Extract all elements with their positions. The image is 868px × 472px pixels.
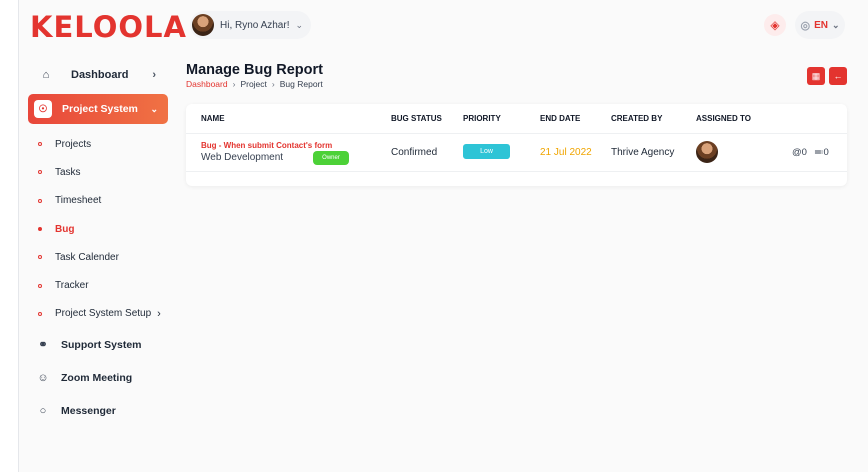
chat-icon: ○ — [39, 404, 47, 417]
chevron-down-icon: ⌄ — [831, 19, 840, 30]
chevron-right-icon: › — [157, 307, 161, 320]
column-header-priority[interactable]: PRIORITY — [463, 114, 501, 123]
grid-icon: ▦ — [811, 70, 821, 81]
bug-title-link[interactable]: Bug - When submit Contact's form — [201, 141, 332, 150]
sidebar-item-timesheet[interactable]: Timesheet — [28, 187, 168, 215]
column-header-assigned-to[interactable]: ASSIGNED TO — [696, 114, 751, 123]
sidebar-item-label: Project System — [62, 103, 138, 115]
bullet-icon — [38, 283, 42, 288]
sidebar-item-label: Tracker — [55, 280, 89, 292]
sidebar-item-messenger[interactable]: ○ Messenger — [28, 394, 168, 427]
sidebar-item-label: Dashboard — [71, 69, 129, 81]
bullet-icon — [38, 255, 42, 260]
globe-icon: ◎ — [800, 19, 811, 32]
headset-icon: ⚭ — [38, 339, 48, 352]
sidebar: ⌂ Dashboard › ☉ Project System ⌄ Project… — [28, 60, 168, 427]
user-menu[interactable]: Hi, Ryno Azhar! ⌄ — [190, 11, 312, 39]
chevron-right-icon: › — [152, 69, 156, 81]
greeting-text: Hi, Ryno Azhar! — [220, 19, 290, 31]
user-video-icon: ☺ — [37, 371, 49, 384]
attachment-count[interactable]: @0 — [792, 147, 807, 158]
priority-badge: Low — [463, 144, 510, 159]
language-selector[interactable]: ◎ EN ⌄ — [795, 11, 845, 39]
sidebar-item-project-system-setup[interactable]: Project System Setup › — [28, 300, 168, 328]
assignee-avatar[interactable] — [696, 141, 718, 163]
bullet-icon — [38, 170, 42, 175]
sidebar-item-label: Bug — [55, 223, 75, 235]
home-icon: ⌂ — [42, 69, 50, 81]
sidebar-item-label: Task Calender — [55, 251, 119, 263]
brand-logo[interactable]: KELOOLA — [30, 10, 187, 44]
user-avatar — [192, 14, 214, 36]
bullet-icon — [38, 198, 42, 203]
grid-view-button[interactable]: ▦ — [807, 67, 825, 85]
column-header-name[interactable]: NAME — [201, 114, 225, 123]
bullet-icon — [38, 311, 42, 316]
page-title: Manage Bug Report — [186, 62, 323, 78]
owner-badge: Owner — [313, 151, 349, 165]
sidebar-item-bug[interactable]: Bug — [28, 215, 168, 243]
sidebar-item-label: Projects — [55, 138, 92, 150]
chevron-right-icon: › — [271, 79, 275, 89]
share-nodes-icon: ☉ — [34, 100, 52, 118]
row-counts: @0 ≕0 — [792, 147, 829, 158]
project-name: Web Development — [201, 152, 284, 163]
sidebar-item-label: Messenger — [61, 404, 116, 417]
chevron-down-icon: ⌄ — [295, 19, 304, 30]
sidebar-item-tasks[interactable]: Tasks — [28, 158, 168, 186]
project-submenu: Projects Tasks Timesheet Bug Task Calend… — [28, 130, 168, 328]
sidebar-item-label: Project System Setup — [55, 308, 152, 320]
sidebar-item-label: Support System — [61, 338, 142, 351]
sidebar-item-label: Tasks — [55, 166, 81, 178]
breadcrumb-project-link[interactable]: Project — [240, 79, 266, 89]
sidebar-item-task-calender[interactable]: Task Calender — [28, 243, 168, 271]
breadcrumb-dashboard-link[interactable]: Dashboard — [186, 79, 228, 89]
language-label: EN — [814, 19, 828, 31]
breadcrumb: Dashboard › Project › Bug Report — [186, 79, 323, 89]
end-date: 21 Jul 2022 — [540, 147, 592, 158]
created-by: Thrive Agency — [611, 147, 675, 158]
divider — [186, 133, 847, 134]
sidebar-item-dashboard[interactable]: ⌂ Dashboard › — [28, 60, 168, 90]
bullet-icon — [38, 142, 42, 147]
comment-count[interactable]: ≕0 — [814, 147, 829, 158]
back-button[interactable]: ← — [829, 67, 847, 85]
column-header-end-date[interactable]: END DATE — [540, 114, 580, 123]
arrow-left-icon: ← — [833, 71, 843, 81]
column-header-bug-status[interactable]: BUG STATUS — [391, 114, 442, 123]
sidebar-item-project-system[interactable]: ☉ Project System ⌄ — [28, 94, 168, 124]
column-header-created-by[interactable]: CREATED BY — [611, 114, 662, 123]
chevron-down-icon: ⌄ — [150, 103, 158, 114]
sidebar-item-tracker[interactable]: Tracker — [28, 271, 168, 299]
chevron-right-icon: › — [232, 79, 236, 89]
breadcrumb-current: Bug Report — [279, 79, 323, 89]
sidebar-item-projects[interactable]: Projects — [28, 130, 168, 158]
bug-report-table: NAME BUG STATUS PRIORITY END DATE CREATE… — [186, 104, 847, 186]
bullet-icon — [38, 227, 42, 232]
sidebar-item-label: Timesheet — [55, 195, 102, 207]
sidebar-item-label: Zoom Meeting — [61, 371, 133, 384]
divider — [186, 171, 847, 172]
sidebar-item-support-system[interactable]: ⚭ Support System — [28, 328, 168, 361]
notification-icon[interactable]: ◈ — [764, 14, 786, 36]
bug-status: Confirmed — [391, 147, 438, 158]
sidebar-item-zoom-meeting[interactable]: ☺ Zoom Meeting — [28, 361, 168, 394]
